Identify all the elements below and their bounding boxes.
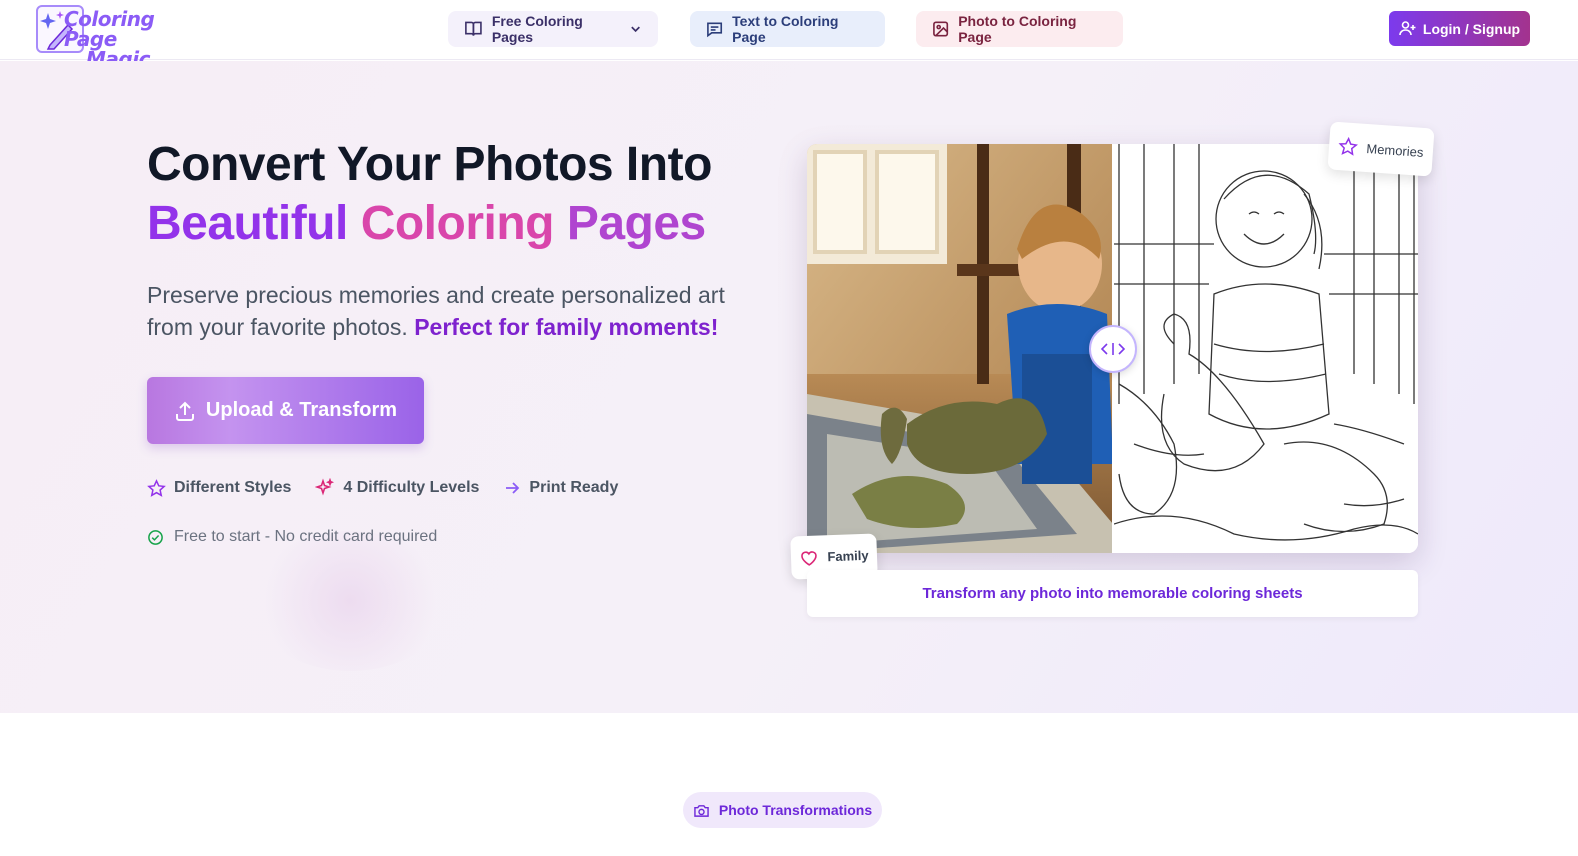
hero-title-line2: Beautiful Coloring Pages bbox=[147, 196, 706, 251]
free-note: Free to start - No credit card required bbox=[147, 528, 437, 546]
camera-icon bbox=[694, 804, 709, 817]
star-icon bbox=[147, 478, 166, 497]
decorative-blob bbox=[250, 531, 450, 671]
memories-tag-label: Memories bbox=[1365, 140, 1424, 160]
login-signup-label: Login / Signup bbox=[1422, 20, 1521, 37]
arrow-right-icon bbox=[506, 482, 520, 494]
free-coloring-pages-menu[interactable]: Free Coloring Pages bbox=[448, 11, 658, 47]
feature-label: 4 Difficulty Levels bbox=[343, 479, 480, 496]
hero-subtitle-highlight: Perfect for family moments! bbox=[414, 314, 719, 340]
text-to-coloring-page-label: Text to Coloring Page bbox=[732, 13, 839, 45]
login-signup-button[interactable]: Login / Signup bbox=[1389, 11, 1530, 46]
upload-transform-label: Upload & Transform bbox=[205, 399, 398, 421]
hero-title-word-pages: Pages bbox=[566, 197, 706, 250]
slider-arrows-icon bbox=[1100, 343, 1126, 355]
family-tag-label: Family bbox=[827, 547, 869, 565]
feature-label: Different Styles bbox=[174, 479, 292, 496]
hero-subtitle: Preserve precious memories and create pe… bbox=[147, 279, 767, 343]
photo-to-coloring-page-link[interactable]: Photo to Coloring Page bbox=[916, 11, 1123, 47]
sparkles-icon bbox=[315, 478, 335, 496]
top-navbar: Coloring Page Magic Free Coloring Pages … bbox=[0, 0, 1578, 69]
photo-to-coloring-page-label: Photo to Coloring Page bbox=[958, 13, 1077, 45]
brand-logo[interactable]: Coloring Page Magic bbox=[36, 5, 155, 69]
feature-label: Print Ready bbox=[529, 479, 619, 496]
feature-list: Different Styles 4 Difficulty Levels Pri… bbox=[147, 478, 618, 498]
showcase-caption: Transform any photo into memorable color… bbox=[807, 570, 1418, 617]
hero-title-word-beautiful: Beautiful bbox=[147, 197, 348, 250]
memories-tag: Memories bbox=[1327, 121, 1435, 177]
message-icon bbox=[707, 22, 723, 38]
image-icon bbox=[933, 21, 949, 37]
text-to-coloring-page-link[interactable]: Text to Coloring Page bbox=[690, 11, 885, 47]
hero-title-word-coloring: Coloring bbox=[360, 197, 555, 250]
coloring-page-sketch bbox=[1114, 144, 1418, 553]
heart-icon bbox=[801, 550, 818, 566]
hero-title-line1: Convert Your Photos Into bbox=[147, 138, 712, 191]
brand-name: Coloring Page Magic bbox=[64, 9, 204, 69]
free-note-text: Free to start - No credit card required bbox=[174, 528, 438, 545]
user-plus-icon bbox=[1399, 21, 1416, 36]
feature-different-styles: Different Styles bbox=[147, 478, 292, 498]
upload-transform-button[interactable]: Upload & Transform bbox=[147, 377, 424, 444]
brand-name-line1: Coloring Page bbox=[64, 7, 155, 51]
book-icon bbox=[465, 21, 482, 36]
upload-icon bbox=[175, 401, 194, 421]
free-coloring-pages-label: Free Coloring Pages bbox=[491, 13, 583, 45]
photo-transformations-badge: Photo Transformations bbox=[683, 792, 882, 828]
check-circle-icon bbox=[148, 529, 163, 545]
feature-difficulty-levels: 4 Difficulty Levels bbox=[315, 478, 479, 498]
chevron-down-icon bbox=[631, 26, 640, 33]
star-icon bbox=[1339, 136, 1359, 156]
original-photo bbox=[807, 144, 1113, 553]
photo-transformations-label: Photo Transformations bbox=[718, 802, 873, 818]
comparison-slider-handle[interactable] bbox=[1089, 325, 1137, 373]
feature-print-ready: Print Ready bbox=[503, 479, 618, 497]
